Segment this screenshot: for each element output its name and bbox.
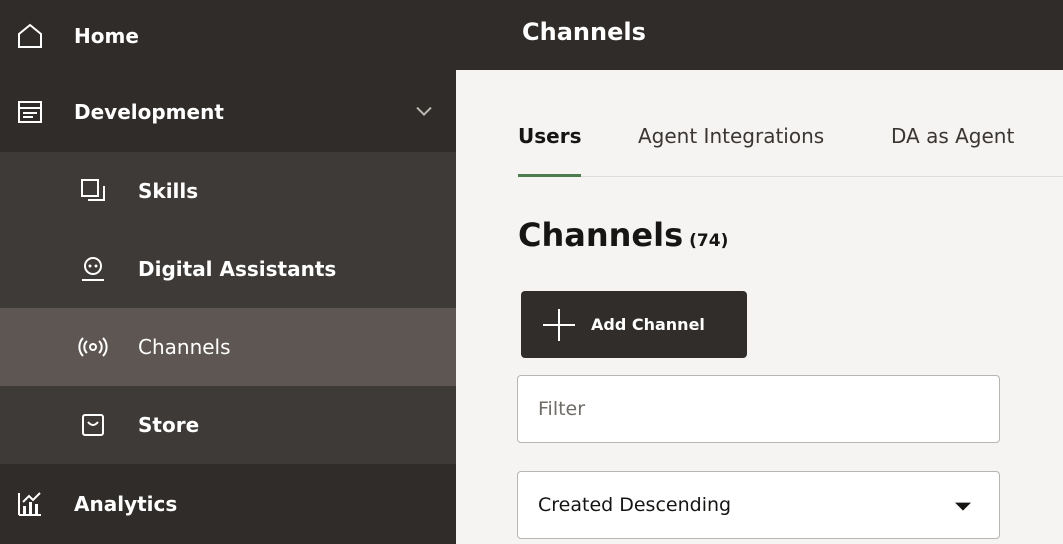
channels-icon — [78, 332, 108, 362]
tab-label: DA as Agent — [891, 124, 1015, 148]
header-title: Channels — [522, 18, 646, 46]
sidebar-item-label: Skills — [138, 179, 199, 203]
tab-label: Agent Integrations — [638, 124, 825, 148]
sidebar-item-store[interactable]: Store — [0, 386, 456, 464]
add-channel-button[interactable]: Add Channel — [521, 291, 747, 358]
tab-bar: Users Agent Integrations DA as Agent — [518, 120, 1063, 177]
filter-input[interactable]: Filter — [517, 375, 1000, 443]
development-icon — [14, 96, 46, 128]
add-channel-label: Add Channel — [591, 315, 705, 334]
main-content: Users Agent Integrations DA as Agent Cha… — [456, 70, 1063, 544]
sidebar-item-digital-assistants[interactable]: Digital Assistants — [0, 230, 456, 308]
page-header: Channels — [456, 0, 1063, 70]
plus-icon — [543, 308, 575, 341]
tab-label: Users — [518, 124, 582, 148]
sidebar-item-development[interactable]: Development — [0, 72, 456, 152]
skills-icon — [78, 176, 108, 206]
sort-select[interactable]: Created Descending — [517, 471, 1000, 539]
sidebar-item-label: Store — [138, 413, 200, 437]
sidebar-item-home[interactable]: Home — [0, 0, 456, 72]
page-title-text: Channels — [518, 216, 684, 254]
sidebar-item-label: Digital Assistants — [138, 257, 337, 281]
sidebar-item-label: Channels — [138, 335, 231, 359]
analytics-icon — [14, 488, 46, 520]
filter-placeholder: Filter — [538, 398, 586, 420]
sidebar-item-analytics[interactable]: Analytics — [0, 464, 456, 544]
tab-agent-integrations[interactable]: Agent Integrations — [638, 120, 824, 176]
chevron-down-icon[interactable] — [416, 98, 432, 122]
tab-da-as-agent[interactable]: DA as Agent — [891, 120, 1014, 176]
sidebar: Home Development Skills Digital Assistan… — [0, 0, 456, 544]
channel-count: (74) — [689, 231, 729, 251]
digital-assistant-icon — [78, 254, 108, 284]
sidebar-item-skills[interactable]: Skills — [0, 152, 456, 230]
sidebar-item-label: Development — [74, 100, 224, 124]
sidebar-item-channels[interactable]: Channels — [0, 308, 456, 386]
sidebar-item-label: Home — [74, 24, 139, 48]
sort-value: Created Descending — [538, 494, 732, 516]
page-title: Channels (74) — [518, 216, 728, 254]
home-icon — [14, 20, 46, 52]
sidebar-item-label: Analytics — [74, 492, 178, 516]
tab-users[interactable]: Users — [518, 120, 582, 177]
store-icon — [78, 410, 108, 440]
caret-down-icon — [955, 502, 971, 511]
